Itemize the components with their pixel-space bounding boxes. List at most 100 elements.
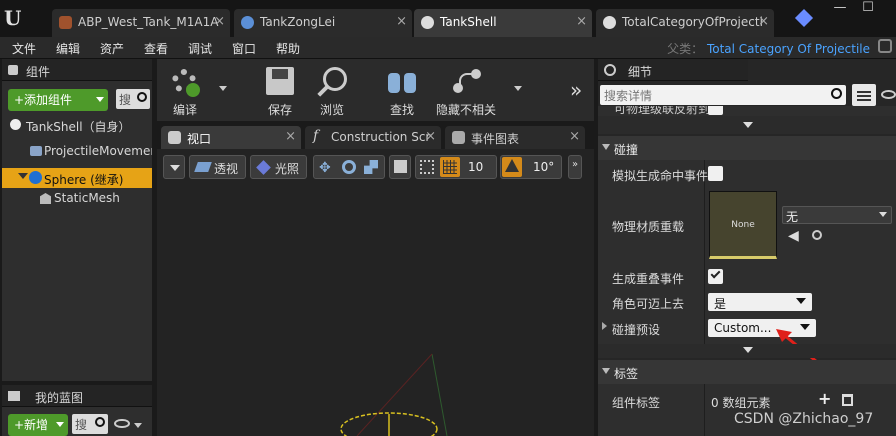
grid-snap-value[interactable]: 10 — [468, 160, 483, 174]
tab-viewport[interactable]: 视口 × — [161, 126, 301, 149]
collision-section-header[interactable]: 碰撞 — [598, 136, 896, 160]
rotate-icon[interactable] — [342, 160, 356, 174]
menu-debug[interactable]: 调试 — [188, 40, 212, 57]
component-label: TankShell（自身） — [26, 120, 131, 134]
menu-window[interactable]: 窗口 — [232, 40, 256, 57]
blueprint-search-input[interactable]: 搜 — [72, 414, 108, 434]
advanced-toggle[interactable] — [598, 344, 896, 358]
eye-icon[interactable] — [881, 90, 896, 99]
details-search-input[interactable]: 搜索详情 — [600, 85, 846, 105]
marketplace-icon[interactable] — [794, 8, 814, 28]
parent-class-link[interactable]: Total Category Of Projectile — [707, 42, 870, 56]
menu-bar: 文件 编辑 资产 查看 调试 窗口 帮助 父类： Total Category … — [0, 37, 896, 59]
tags-section-header[interactable]: 标签 — [598, 360, 896, 384]
compile-options-chevron-icon[interactable] — [219, 86, 227, 91]
sphere-blueprint-icon — [10, 119, 21, 130]
tab-event-graph[interactable]: 事件图表 × — [445, 126, 585, 149]
hide-unrelated-chevron-icon[interactable] — [514, 86, 522, 91]
sim-hit-events-checkbox[interactable] — [708, 166, 723, 181]
trash-icon[interactable] — [842, 394, 853, 406]
translate-icon[interactable]: ✥ — [319, 160, 334, 176]
component-sphere[interactable]: Sphere (继承) — [2, 168, 152, 188]
component-projectilemovement[interactable]: ProjectileMovemen — [2, 141, 152, 161]
rotation-snap-value[interactable]: 10° — [533, 160, 554, 174]
component-staticmesh[interactable]: StaticMesh — [2, 188, 152, 208]
advanced-toggle[interactable] — [598, 116, 896, 134]
perspective-button[interactable]: 透视 — [189, 155, 246, 179]
watermark: CSDN @Zhichao_97 — [734, 411, 874, 427]
menu-help[interactable]: 帮助 — [276, 40, 300, 57]
perspective-icon — [194, 162, 212, 172]
browse-button[interactable]: 浏览 — [307, 62, 357, 120]
tab-anim-blueprint[interactable]: ABP_West_Tank_M1A1A × — [52, 9, 230, 37]
truncated-row-checkbox[interactable] — [708, 106, 723, 115]
function-icon: f — [313, 128, 319, 144]
save-button[interactable]: 保存 — [255, 62, 305, 120]
phys-material-dropdown[interactable]: 无 — [782, 206, 892, 224]
tab-tankzonglei[interactable]: TankZongLei × — [234, 9, 412, 37]
eye-icon[interactable] — [114, 419, 130, 428]
add-new-button[interactable]: +新增 — [8, 414, 68, 436]
menu-edit[interactable]: 编辑 — [56, 40, 80, 57]
menu-file[interactable]: 文件 — [12, 40, 36, 57]
menu-view[interactable]: 查看 — [144, 40, 168, 57]
close-icon[interactable]: × — [285, 129, 296, 144]
close-icon[interactable]: × — [576, 14, 587, 29]
more-toolbar-icon[interactable]: » — [570, 78, 582, 102]
add-element-icon[interactable]: + — [818, 389, 831, 408]
phys-material-override-label: 物理材质重载 — [612, 220, 685, 234]
viewport-more-button[interactable]: » — [568, 155, 582, 179]
generate-overlap-checkbox[interactable] — [708, 268, 723, 284]
close-icon[interactable]: × — [758, 14, 769, 29]
tab-totalcategory[interactable]: TotalCategoryOfProjecti × — [596, 9, 774, 37]
add-component-button[interactable]: +添加组件 — [8, 89, 108, 111]
use-selected-asset-icon[interactable]: ◀ — [788, 228, 799, 244]
chevron-down-icon — [170, 165, 180, 171]
expand-arrow-icon[interactable] — [602, 322, 607, 330]
find-button[interactable]: 查找 — [377, 62, 427, 120]
scale-icon[interactable] — [364, 160, 378, 174]
can-step-up-dropdown[interactable]: 是 — [708, 293, 812, 311]
chevron-down-icon — [796, 298, 806, 304]
close-icon[interactable]: × — [214, 14, 225, 29]
expand-arrow-icon[interactable] — [18, 173, 28, 179]
title-bar: U ABP_West_Tank_M1A1A × TankZongLei × Ta… — [0, 0, 896, 37]
angle-icon — [505, 159, 519, 172]
find-label: 查找 — [389, 103, 414, 117]
close-icon[interactable]: × — [425, 129, 436, 144]
menu-asset[interactable]: 资产 — [100, 40, 124, 57]
can-step-up-label: 角色可迈上去 — [612, 297, 685, 311]
tab-label: ABP_West_Tank_M1A1A — [78, 15, 219, 29]
search-placeholder: 搜索详情 — [604, 89, 653, 103]
tab-construction-script[interactable]: f Construction Scr × — [305, 126, 441, 149]
truncated-row-label: 可物理级联反射到 — [614, 106, 711, 116]
tab-label: TotalCategoryOfProjecti — [622, 15, 763, 29]
add-component-label: +添加组件 — [14, 93, 73, 107]
hide-unrelated-button[interactable]: 隐藏不相关 — [435, 62, 497, 120]
unreal-logo-icon: U — [4, 6, 22, 30]
component-tankshell[interactable]: TankShell（自身） — [2, 115, 152, 135]
lit-button[interactable]: 光照 — [250, 155, 307, 179]
search-placeholder: 搜 — [75, 418, 88, 432]
chevron-down-icon[interactable] — [134, 423, 142, 428]
collapse-arrow-icon — [602, 368, 610, 374]
viewport-options-button[interactable] — [163, 155, 185, 179]
phys-material-thumbnail[interactable]: None — [709, 191, 777, 259]
sphere-collision-icon — [29, 171, 42, 184]
viewport[interactable] — [157, 149, 594, 436]
parent-class-browse-icon[interactable] — [878, 39, 892, 53]
cube-icon — [394, 160, 407, 173]
maximize-button[interactable]: ☐ — [854, 0, 882, 15]
compile-button[interactable]: 编译 — [160, 62, 210, 120]
world-local-button[interactable] — [389, 155, 411, 179]
minimize-button[interactable]: — — [826, 0, 854, 15]
components-search-input[interactable]: 搜 — [116, 89, 150, 109]
property-matrix-button[interactable] — [852, 84, 876, 106]
close-icon[interactable]: × — [396, 14, 407, 29]
close-icon[interactable]: × — [569, 129, 580, 144]
browse-asset-icon[interactable] — [812, 230, 822, 240]
tab-label: Construction Scr — [331, 130, 431, 144]
component-label: StaticMesh — [54, 191, 120, 205]
surface-snap-icon[interactable] — [420, 160, 434, 174]
tab-tankshell[interactable]: TankShell × — [414, 9, 592, 37]
